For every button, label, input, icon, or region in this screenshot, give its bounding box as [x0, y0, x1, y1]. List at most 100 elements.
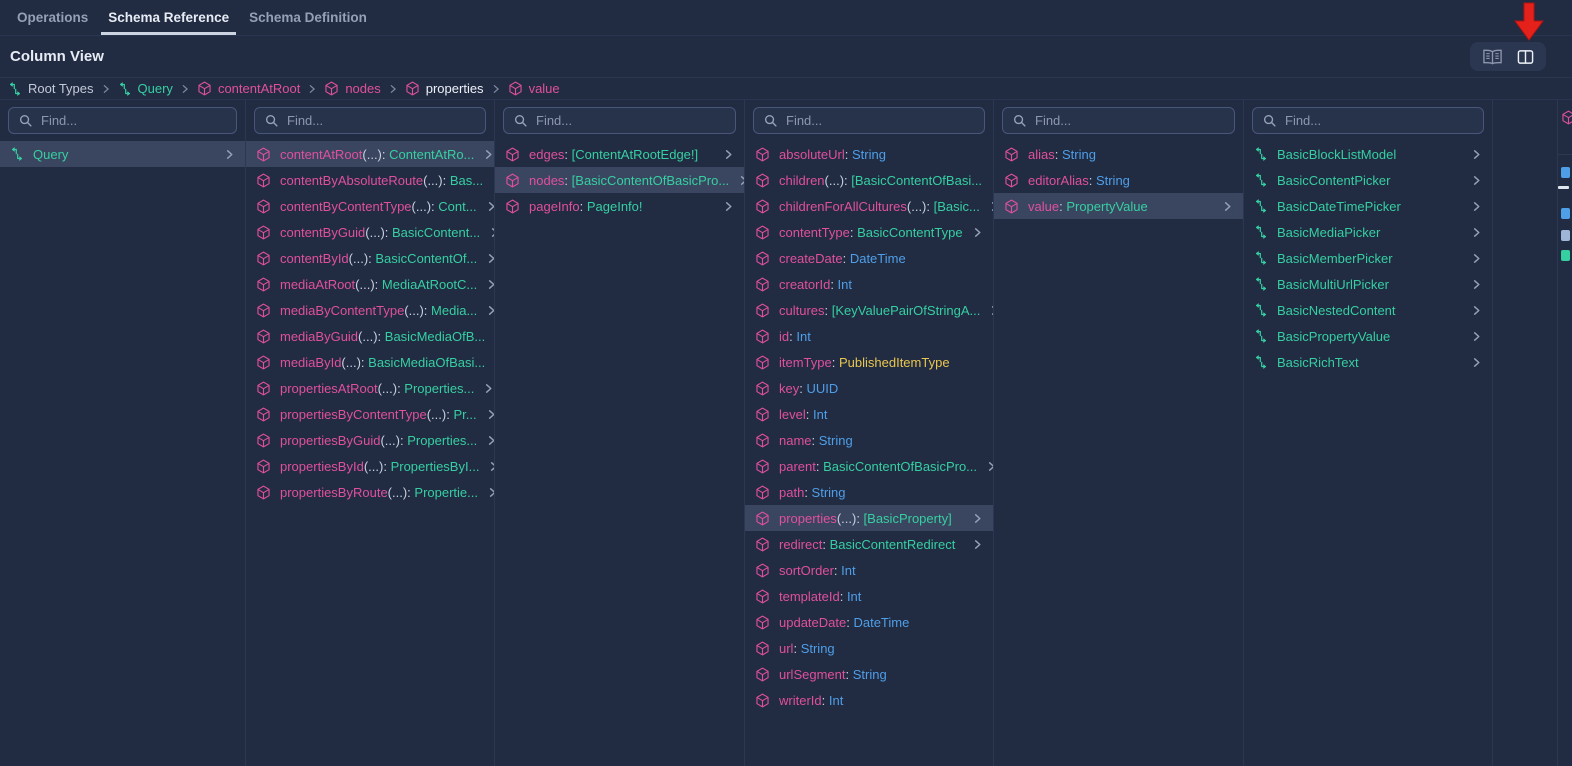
item-level[interactable]: level: Int: [745, 401, 993, 427]
tab-schema-reference[interactable]: Schema Reference: [101, 0, 237, 35]
item-contentAtRoot[interactable]: contentAtRoot(...): ContentAtRo...: [246, 141, 494, 167]
chevron-right-icon: [486, 435, 494, 446]
item-contentByAbsoluteRoute[interactable]: contentByAbsoluteRoute(...): Bas...: [246, 167, 494, 193]
hexagon-cube-icon: [256, 173, 271, 188]
item-path[interactable]: path: String: [745, 479, 993, 505]
item-childrenForAllCultures[interactable]: childrenForAllCultures(...): [Basic...: [745, 193, 993, 219]
item-label: absoluteUrl: String: [779, 146, 886, 162]
breadcrumb-contentatroot[interactable]: contentAtRoot: [197, 81, 300, 96]
item-propertiesByGuid[interactable]: propertiesByGuid(...): Properties...: [246, 427, 494, 453]
item-BasicNestedContent[interactable]: BasicNestedContent: [1244, 297, 1492, 323]
hexagon-cube-icon: [1561, 110, 1572, 130]
find-searchbox: [753, 107, 985, 134]
search-icon: [19, 114, 32, 127]
item-BasicPropertyValue[interactable]: BasicPropertyValue: [1244, 323, 1492, 349]
item-label: id: Int: [779, 328, 811, 344]
item-propertiesAtRoot[interactable]: propertiesAtRoot(...): Properties...: [246, 375, 494, 401]
item-cultures[interactable]: cultures: [KeyValuePairOfStringA...: [745, 297, 993, 323]
find-input[interactable]: [287, 113, 475, 128]
item-propertiesByContentType[interactable]: propertiesByContentType(...): Pr...: [246, 401, 494, 427]
item-mediaById[interactable]: mediaById(...): BasicMediaOfBasi...: [246, 349, 494, 375]
item-pageInfo[interactable]: pageInfo: PageInfo!: [495, 193, 744, 219]
item-url[interactable]: url: String: [745, 635, 993, 661]
tab-schema-definition[interactable]: Schema Definition: [242, 0, 374, 35]
item-urlSegment[interactable]: urlSegment: String: [745, 661, 993, 687]
item-mediaAtRoot[interactable]: mediaAtRoot(...): MediaAtRootC...: [246, 271, 494, 297]
item-contentByContentType[interactable]: contentByContentType(...): Cont...: [246, 193, 494, 219]
item-updateDate[interactable]: updateDate: DateTime: [745, 609, 993, 635]
type-tree-icon: [10, 147, 24, 161]
item-label: urlSegment: String: [779, 666, 887, 682]
item-creatorId[interactable]: creatorId: Int: [745, 271, 993, 297]
item-children[interactable]: children(...): [BasicContentOfBasi...: [745, 167, 993, 193]
breadcrumb-nodes[interactable]: nodes: [324, 81, 381, 96]
item-alias[interactable]: alias: String: [994, 141, 1243, 167]
item-itemType[interactable]: itemType: PublishedItemType: [745, 349, 993, 375]
item-mediaByGuid[interactable]: mediaByGuid(...): BasicMediaOfB...: [246, 323, 494, 349]
breadcrumb-value[interactable]: value: [508, 81, 560, 96]
item-contentByGuid[interactable]: contentByGuid(...): BasicContent...: [246, 219, 494, 245]
item-label: mediaAtRoot(...): MediaAtRootC...: [280, 276, 478, 292]
item-BasicRichText[interactable]: BasicRichText: [1244, 349, 1492, 375]
find-input[interactable]: [1035, 113, 1224, 128]
breadcrumb-label: Root Types: [28, 81, 94, 96]
item-Query[interactable]: Query: [0, 141, 245, 167]
hexagon-cube-icon: [755, 199, 770, 214]
item-parent[interactable]: parent: BasicContentOfBasicPro...: [745, 453, 993, 479]
item-propertiesById[interactable]: propertiesById(...): PropertiesByI...: [246, 453, 494, 479]
hexagon-cube-icon: [755, 563, 770, 578]
panel-divider: [1558, 154, 1572, 155]
find-input[interactable]: [41, 113, 226, 128]
item-BasicMultiUrlPicker[interactable]: BasicMultiUrlPicker: [1244, 271, 1492, 297]
item-createDate[interactable]: createDate: DateTime: [745, 245, 993, 271]
find-input[interactable]: [536, 113, 725, 128]
item-BasicContentPicker[interactable]: BasicContentPicker: [1244, 167, 1492, 193]
view-mode-switcher: [1470, 42, 1546, 71]
breadcrumb-query[interactable]: Query: [118, 81, 173, 96]
hexagon-cube-icon: [755, 407, 770, 422]
hexagon-cube-icon: [755, 355, 770, 370]
item-label: BasicMultiUrlPicker: [1277, 276, 1389, 292]
item-redirect[interactable]: redirect: BasicContentRedirect: [745, 531, 993, 557]
hexagon-cube-icon: [505, 173, 520, 188]
item-BasicMediaPicker[interactable]: BasicMediaPicker: [1244, 219, 1492, 245]
item-mediaByContentType[interactable]: mediaByContentType(...): Media...: [246, 297, 494, 323]
split-columns-icon[interactable]: [1517, 49, 1534, 65]
hexagon-cube-icon: [508, 81, 523, 96]
item-label: contentType: BasicContentType: [779, 224, 963, 240]
item-contentType[interactable]: contentType: BasicContentType: [745, 219, 993, 245]
breadcrumb-properties[interactable]: properties: [405, 81, 484, 96]
item-writerId[interactable]: writerId: Int: [745, 687, 993, 713]
item-edges[interactable]: edges: [ContentAtRootEdge!]: [495, 141, 744, 167]
book-icon[interactable]: [1482, 49, 1503, 65]
item-sortOrder[interactable]: sortOrder: Int: [745, 557, 993, 583]
item-editorAlias[interactable]: editorAlias: String: [994, 167, 1243, 193]
item-label: propertiesByGuid(...): Properties...: [280, 432, 478, 448]
item-absoluteUrl[interactable]: absoluteUrl: String: [745, 141, 993, 167]
find-input[interactable]: [1285, 113, 1473, 128]
item-name[interactable]: name: String: [745, 427, 993, 453]
hexagon-cube-icon: [755, 511, 770, 526]
item-label: value: PropertyValue: [1028, 198, 1148, 214]
item-properties[interactable]: properties(...): [BasicProperty]: [745, 505, 993, 531]
hexagon-cube-icon: [256, 485, 271, 500]
tab-operations[interactable]: Operations: [10, 0, 95, 35]
item-templateId[interactable]: templateId: Int: [745, 583, 993, 609]
item-label: contentByAbsoluteRoute(...): Bas...: [280, 172, 484, 188]
item-id[interactable]: id: Int: [745, 323, 993, 349]
find-input[interactable]: [786, 113, 974, 128]
item-label: propertiesByRoute(...): Propertie...: [280, 484, 478, 500]
schema-column-2: contentAtRoot(...): ContentAtRo... conten…: [246, 100, 495, 766]
item-nodes[interactable]: nodes: [BasicContentOfBasicPro...: [495, 167, 744, 193]
chevron-right-icon: [1471, 227, 1482, 238]
hexagon-cube-icon: [755, 485, 770, 500]
item-BasicDateTimePicker[interactable]: BasicDateTimePicker: [1244, 193, 1492, 219]
breadcrumb-label: properties: [425, 81, 484, 96]
item-BasicBlockListModel[interactable]: BasicBlockListModel: [1244, 141, 1492, 167]
breadcrumb-root-types[interactable]: Root Types: [8, 81, 94, 96]
item-propertiesByRoute[interactable]: propertiesByRoute(...): Propertie...: [246, 479, 494, 505]
item-value[interactable]: value: PropertyValue: [994, 193, 1243, 219]
item-key[interactable]: key: UUID: [745, 375, 993, 401]
item-contentById[interactable]: contentById(...): BasicContentOf...: [246, 245, 494, 271]
item-BasicMemberPicker[interactable]: BasicMemberPicker: [1244, 245, 1492, 271]
